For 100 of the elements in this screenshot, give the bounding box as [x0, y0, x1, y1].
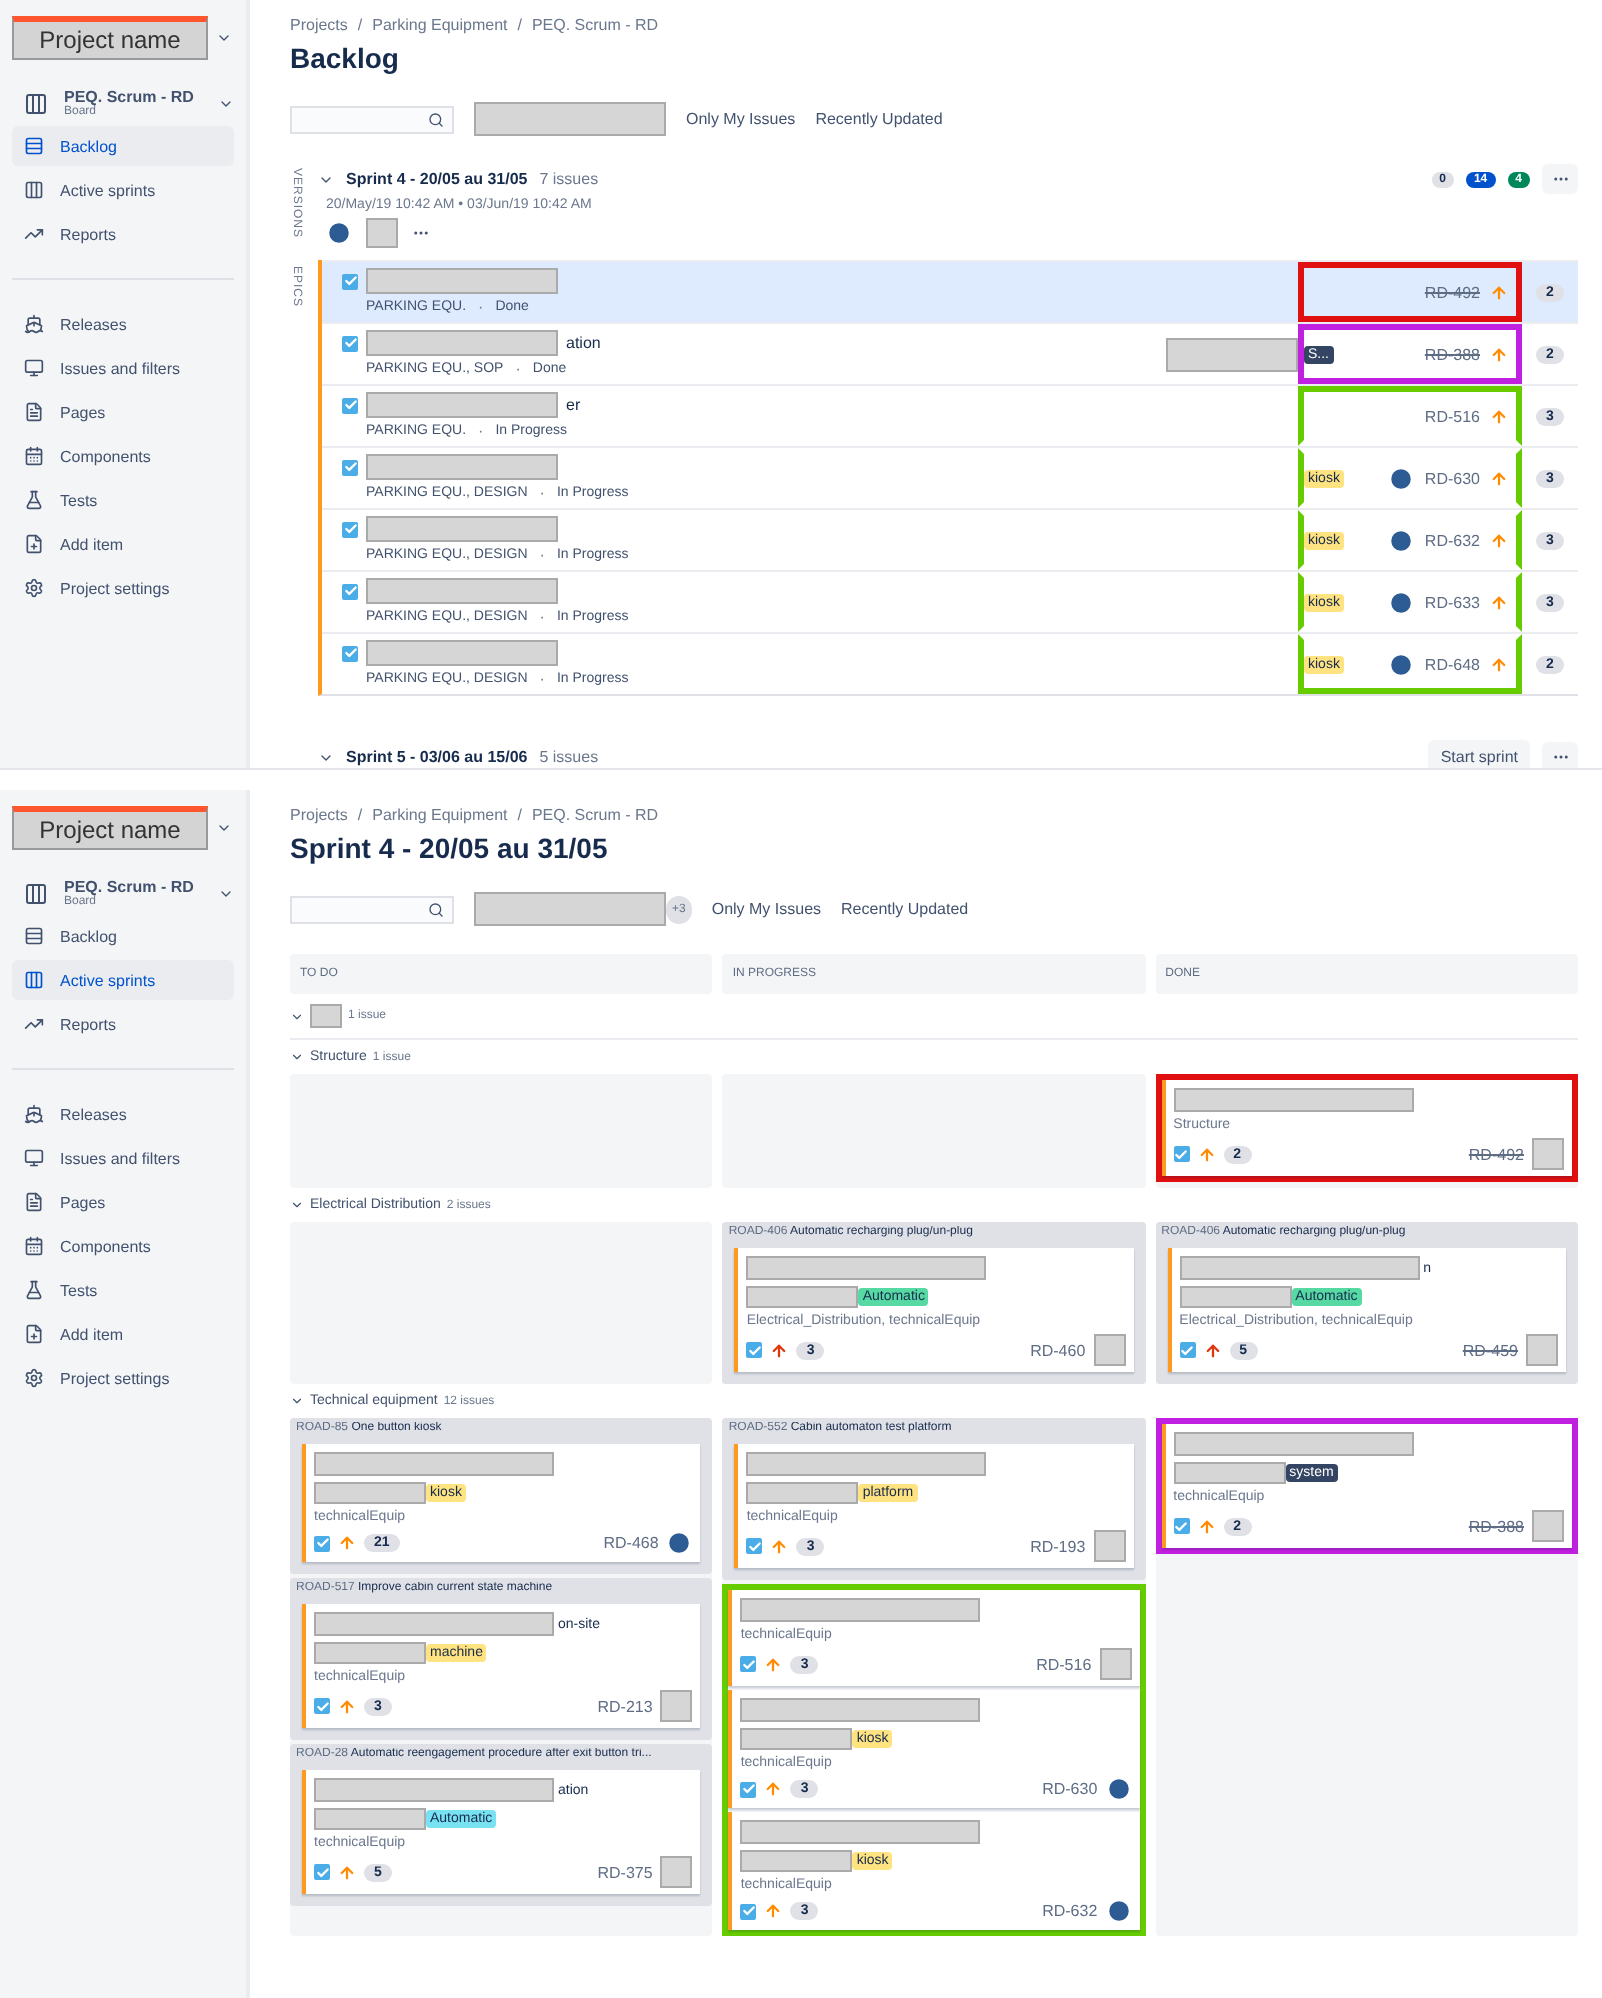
nav-item[interactable]: Backlog — [12, 916, 234, 956]
redaction-block — [314, 1808, 426, 1830]
chart-icon — [24, 1014, 44, 1034]
chevron-down-icon — [290, 1198, 304, 1212]
issue-count: 5 issues — [539, 748, 599, 766]
ship-icon — [24, 314, 44, 334]
nav-item[interactable]: Project settings — [12, 568, 234, 608]
issue-key[interactable]: RD-468 — [603, 1534, 659, 1552]
redaction-block — [660, 1690, 693, 1722]
issue-key[interactable]: RD-648 — [1424, 655, 1480, 673]
board-icon — [24, 881, 48, 905]
nav-item[interactable]: Add item — [12, 1314, 234, 1354]
project-name[interactable]: Project name — [12, 806, 208, 850]
nav-item[interactable]: Tests — [12, 1270, 234, 1310]
issue-key[interactable]: RD-633 — [1424, 593, 1480, 611]
issue-key[interactable]: RD-632 — [1424, 531, 1480, 549]
chevron-down-icon — [290, 1394, 304, 1408]
breadcrumb-link[interactable]: Parking Equipment — [372, 806, 508, 824]
nav-item[interactable]: Backlog — [12, 126, 234, 166]
filter-link[interactable]: Only My Issues — [686, 110, 796, 128]
separator-dot: · — [515, 360, 521, 378]
priority-arrow-icon — [1490, 345, 1508, 363]
issue-title: er — [566, 396, 581, 414]
breadcrumb-link[interactable]: PEQ. Scrum - RD — [531, 16, 659, 34]
nav-item[interactable]: Components — [12, 436, 234, 476]
issue-key[interactable]: RD-375 — [597, 1863, 653, 1881]
issue-key[interactable]: RD-460 — [1030, 1341, 1086, 1359]
redaction-block — [1093, 1530, 1126, 1562]
nav-item[interactable]: Reports — [12, 1004, 234, 1044]
add-page-icon — [24, 534, 44, 554]
issue-key[interactable]: RD-630 — [1424, 469, 1480, 487]
more-button[interactable] — [1542, 164, 1578, 194]
issue-key[interactable]: RD-632 — [1042, 1902, 1098, 1920]
start-sprint-button[interactable]: Start sprint — [1428, 740, 1530, 768]
breadcrumb-link[interactable]: Projects — [290, 16, 348, 34]
nav-item[interactable]: Pages — [12, 1182, 234, 1222]
page-icon — [24, 1192, 44, 1212]
filter-link[interactable]: Only My Issues — [711, 900, 822, 918]
issue-key[interactable]: RD-193 — [1030, 1537, 1086, 1555]
nav-item[interactable]: Pages — [12, 392, 234, 432]
redaction-block — [1093, 1334, 1126, 1366]
nav-item[interactable]: Tests — [12, 480, 234, 520]
issue-key[interactable]: RD-388 — [1468, 1517, 1524, 1535]
search-field[interactable] — [290, 895, 454, 923]
issue-key[interactable]: RD-516 — [1036, 1655, 1092, 1673]
calendar-icon — [24, 446, 44, 466]
nav-item[interactable]: Reports — [12, 214, 234, 254]
breadcrumb-separator: / — [517, 806, 522, 824]
issue-key[interactable]: RD-492 — [1424, 283, 1480, 301]
monitor-icon — [24, 358, 44, 378]
breadcrumb-link[interactable]: PEQ. Scrum - RD — [531, 806, 659, 824]
breadcrumb-separator: / — [357, 16, 363, 34]
settings-icon — [24, 1368, 44, 1388]
search-icon — [428, 111, 444, 127]
chevron-down-icon — [216, 820, 232, 836]
page-title: Backlog — [290, 42, 401, 74]
more-button[interactable] — [1542, 742, 1578, 768]
redaction-block — [1099, 1648, 1132, 1680]
redaction-block — [1531, 1138, 1564, 1170]
redaction-block — [746, 1482, 859, 1504]
project-name[interactable]: Project name — [12, 16, 208, 60]
nav-item[interactable]: Project settings — [12, 1358, 234, 1398]
nav-item[interactable]: Add item — [12, 524, 234, 564]
nav-item[interactable]: Active sprints — [12, 170, 234, 210]
nav-item[interactable]: Releases — [12, 1094, 234, 1134]
breadcrumb-separator: / — [517, 16, 522, 34]
issue-title: ation — [566, 334, 601, 352]
settings-icon — [24, 578, 44, 598]
issue-key[interactable]: RD-213 — [597, 1697, 653, 1715]
nav-item[interactable]: Issues and filters — [12, 1138, 234, 1178]
breadcrumb-link[interactable]: Parking Equipment — [372, 16, 508, 34]
nav-item[interactable]: Issues and filters — [12, 348, 234, 388]
nav-item[interactable]: Active sprints — [12, 960, 234, 1000]
board-name[interactable]: PEQ. Scrum - RD — [64, 878, 202, 896]
issue-key[interactable]: RD-388 — [1424, 345, 1480, 363]
issue-key[interactable]: RD-516 — [1424, 407, 1480, 425]
nav-item[interactable]: Components — [12, 1226, 234, 1266]
list-icon — [24, 136, 44, 156]
list-icon — [24, 926, 44, 946]
redaction-block — [740, 1728, 853, 1750]
separator-dot: · — [539, 670, 545, 688]
redaction-block — [1531, 1510, 1564, 1542]
board-name[interactable]: PEQ. Scrum - RD — [64, 88, 202, 106]
separator-dot: · — [478, 298, 484, 316]
filter-link[interactable]: Recently Updated — [815, 110, 943, 128]
search-field[interactable] — [290, 105, 454, 133]
separator-dot: · — [478, 422, 484, 440]
nav-item[interactable]: Releases — [12, 304, 234, 344]
issue-key[interactable]: RD-459 — [1462, 1341, 1518, 1359]
filter-link[interactable]: Recently Updated — [841, 900, 969, 918]
priority-arrow-icon — [1490, 469, 1508, 487]
flask-icon — [24, 1280, 44, 1300]
columns-icon — [24, 180, 44, 200]
page-icon — [24, 402, 44, 422]
breadcrumb-link[interactable]: Projects — [290, 806, 348, 824]
redaction-block — [1166, 337, 1298, 371]
sprint-name: Sprint 4 - 20/05 au 31/05 — [346, 170, 528, 188]
issue-key[interactable]: RD-492 — [1468, 1145, 1524, 1163]
board-icon — [24, 91, 48, 115]
issue-key[interactable]: RD-630 — [1042, 1780, 1098, 1798]
